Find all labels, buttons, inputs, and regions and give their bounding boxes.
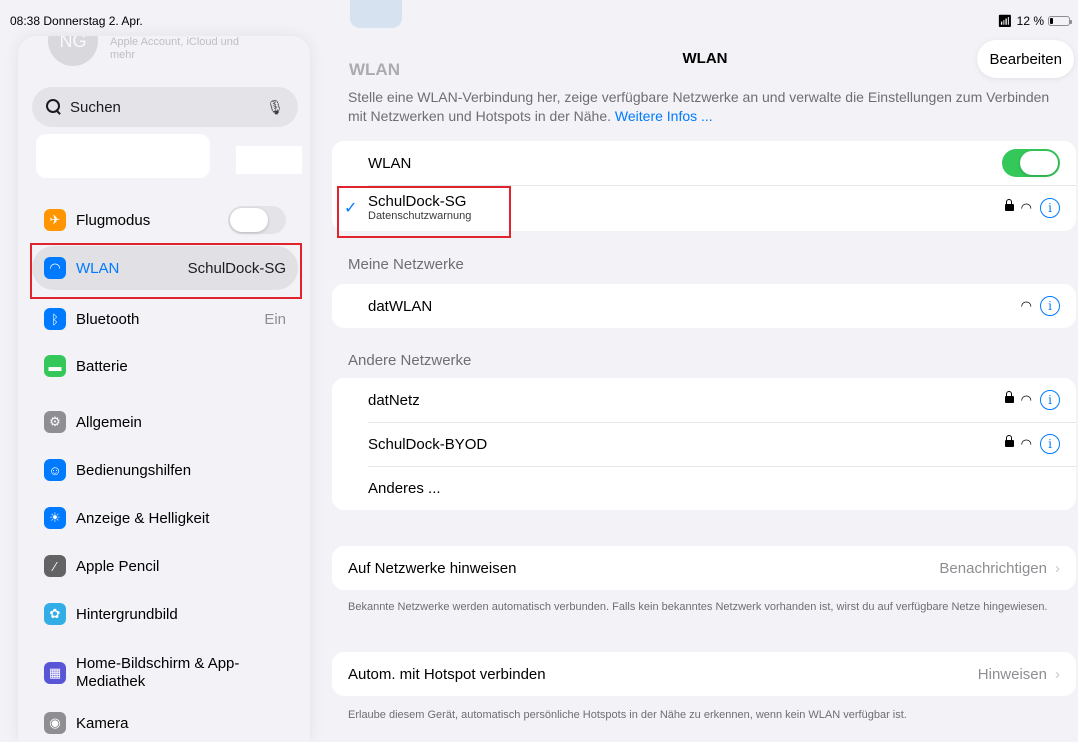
accessibility-icon: ☺︎ — [44, 459, 66, 481]
homescreen-icon: ▦ — [44, 662, 66, 684]
sidebar-item-kamera[interactable]: ◉ Kamera — [32, 701, 298, 742]
sidebar-item-label: Batterie — [76, 357, 128, 375]
network-row[interactable]: datWLAN ◠ i — [332, 284, 1076, 328]
sidebar-item-label: Anzeige & Helligkeit — [76, 509, 210, 527]
hotspot-footer: Erlaube diesem Gerät, automatisch persön… — [348, 709, 907, 721]
search-input[interactable]: Suchen 🎙︎ — [32, 87, 298, 127]
page-title: WLAN — [682, 50, 728, 67]
camera-icon: ◉ — [44, 712, 66, 734]
other-network-label: Anderes ... — [368, 479, 441, 497]
wlan-detail-pane: WLAN Bearbeiten WLAN Stelle eine WLAN-Ve… — [332, 0, 1078, 742]
section-heading: WLAN — [349, 60, 400, 79]
lock-icon — [1004, 199, 1014, 213]
wifi-signal-icon: ◠ — [1020, 200, 1032, 215]
more-info-link[interactable]: Weitere Infos ... — [615, 108, 713, 124]
chevron-right-icon: › — [1055, 665, 1060, 683]
sidebar-item-batterie[interactable]: ▬ Batterie — [32, 344, 298, 388]
info-icon[interactable]: i — [1040, 434, 1060, 454]
account-subtitle: Apple Account, iCloud und mehr — [110, 36, 240, 61]
lock-icon — [1004, 435, 1014, 449]
sidebar-item-label: Kamera — [76, 714, 129, 732]
wlan-card: WLAN ✓ SchulDock-SG Datenschutzwarnung ◠… — [332, 141, 1076, 231]
lock-icon — [1004, 391, 1014, 405]
network-row[interactable]: SchulDock-BYOD ◠ i — [332, 422, 1076, 466]
chevron-right-icon: › — [1055, 559, 1060, 577]
wifi-signal-icon: ◠ — [1020, 298, 1032, 313]
sidebar-item-label: Bluetooth — [76, 310, 140, 328]
sidebar-item-wlan[interactable]: ◠ WLAN SchulDock-SG — [32, 246, 298, 290]
status-time-date: 08:38 Donnerstag 2. Apr. — [10, 14, 143, 28]
avatar: NG — [48, 36, 98, 66]
wlan-toggle-label: WLAN — [368, 154, 412, 172]
network-row[interactable]: datNetz ◠ i — [332, 378, 1076, 422]
edit-button[interactable]: Bearbeiten — [977, 40, 1074, 78]
sidebar-item-allgemein[interactable]: ⚙︎ Allgemein — [32, 400, 298, 444]
ask-join-row[interactable]: Auf Netzwerke hinweisen Benachrichtigen … — [332, 546, 1076, 590]
privacy-warning: Datenschutzwarnung — [368, 210, 472, 222]
search-placeholder: Suchen — [70, 98, 121, 116]
sidebar-item-label: Hintergrundbild — [76, 605, 178, 623]
network-name: datWLAN — [368, 297, 433, 315]
sidebar-item-home-bildschirm[interactable]: ▦ Home-Bildschirm & App-Mediathek — [32, 647, 298, 699]
sidebar-item-flugmodus[interactable]: ✈︎ Flugmodus — [32, 198, 298, 242]
sidebar-item-label: Home-Bildschirm & App-Mediathek — [76, 655, 240, 690]
sidebar-item-bedienungshilfen[interactable]: ☺︎ Bedienungshilfen — [32, 448, 298, 492]
sidebar-item-label: Allgemein — [76, 413, 142, 431]
settings-sidebar: NG Apple Account, iCloud und mehr Suchen… — [18, 36, 310, 742]
blank-card — [36, 134, 210, 178]
sidebar-item-bluetooth[interactable]: ᛒ Bluetooth Ein — [32, 297, 298, 341]
sidebar-item-label: Flugmodus — [76, 211, 151, 229]
account-row[interactable]: NG Apple Account, iCloud und mehr — [48, 36, 288, 76]
wlan-toggle-row: WLAN — [332, 141, 1076, 185]
search-icon — [46, 99, 62, 115]
hotspot-value: Hinweisen — [977, 665, 1047, 683]
connected-network-row[interactable]: ✓ SchulDock-SG Datenschutzwarnung ◠ i — [332, 185, 1076, 231]
network-name: SchulDock-SG — [368, 193, 467, 210]
sidebar-item-value: Ein — [264, 310, 286, 328]
pencil-icon: ∕ — [44, 555, 66, 577]
ask-join-card: Auf Netzwerke hinweisen Benachrichtigen … — [332, 546, 1076, 590]
wlan-description: Stelle eine WLAN-Verbindung her, zeige v… — [348, 88, 1060, 126]
wallpaper-icon: ✿︎ — [44, 603, 66, 625]
sidebar-item-label: Apple Pencil — [76, 557, 160, 575]
sidebar-item-label: WLAN — [76, 259, 120, 277]
sidebar-item-apple-pencil[interactable]: ∕ Apple Pencil — [32, 544, 298, 588]
ask-join-footer: Bekannte Netzwerke werden automatisch ve… — [348, 601, 1048, 613]
gear-icon: ⚙︎ — [44, 411, 66, 433]
airplane-mode-toggle[interactable] — [228, 206, 286, 234]
network-name: datNetz — [368, 391, 420, 409]
battery-icon: ▬ — [44, 355, 66, 377]
bluetooth-icon: ᛒ — [44, 308, 66, 330]
wifi-header-icon — [350, 0, 402, 28]
my-networks-header: Meine Netzwerke — [348, 256, 464, 273]
info-icon[interactable]: i — [1040, 296, 1060, 316]
blank-card — [236, 146, 302, 174]
sidebar-item-hintergrundbild[interactable]: ✿︎ Hintergrundbild — [32, 592, 298, 636]
ask-join-value: Benachrichtigen — [939, 559, 1047, 577]
hotspot-card: Autom. mit Hotspot verbinden Hinweisen › — [332, 652, 1076, 696]
sidebar-item-anzeige[interactable]: ☀︎ Anzeige & Helligkeit — [32, 496, 298, 540]
wlan-toggle[interactable] — [1002, 149, 1060, 177]
other-networks-header: Andere Netzwerke — [348, 352, 472, 369]
network-name: SchulDock-BYOD — [368, 435, 488, 453]
hotspot-row[interactable]: Autom. mit Hotspot verbinden Hinweisen › — [332, 652, 1076, 696]
hotspot-label: Autom. mit Hotspot verbinden — [348, 665, 546, 683]
sidebar-item-label: Bedienungshilfen — [76, 461, 192, 479]
checkmark-icon: ✓ — [344, 200, 358, 217]
other-networks-card: datNetz ◠ i SchulDock-BYOD ◠ i Anderes .… — [332, 378, 1076, 510]
my-networks-card: datWLAN ◠ i — [332, 284, 1076, 328]
wifi-signal-icon: ◠ — [1020, 392, 1032, 407]
airplane-icon: ✈︎ — [44, 209, 66, 231]
info-icon[interactable]: i — [1040, 198, 1060, 218]
brightness-icon: ☀︎ — [44, 507, 66, 529]
wifi-icon: ◠ — [44, 257, 66, 279]
info-icon[interactable]: i — [1040, 390, 1060, 410]
wifi-signal-icon: ◠ — [1020, 436, 1032, 451]
microphone-icon[interactable]: 🎙︎ — [266, 99, 284, 116]
ask-join-label: Auf Netzwerke hinweisen — [348, 559, 517, 577]
sidebar-item-value: SchulDock-SG — [187, 259, 286, 277]
other-network-row[interactable]: Anderes ... — [332, 466, 1076, 510]
